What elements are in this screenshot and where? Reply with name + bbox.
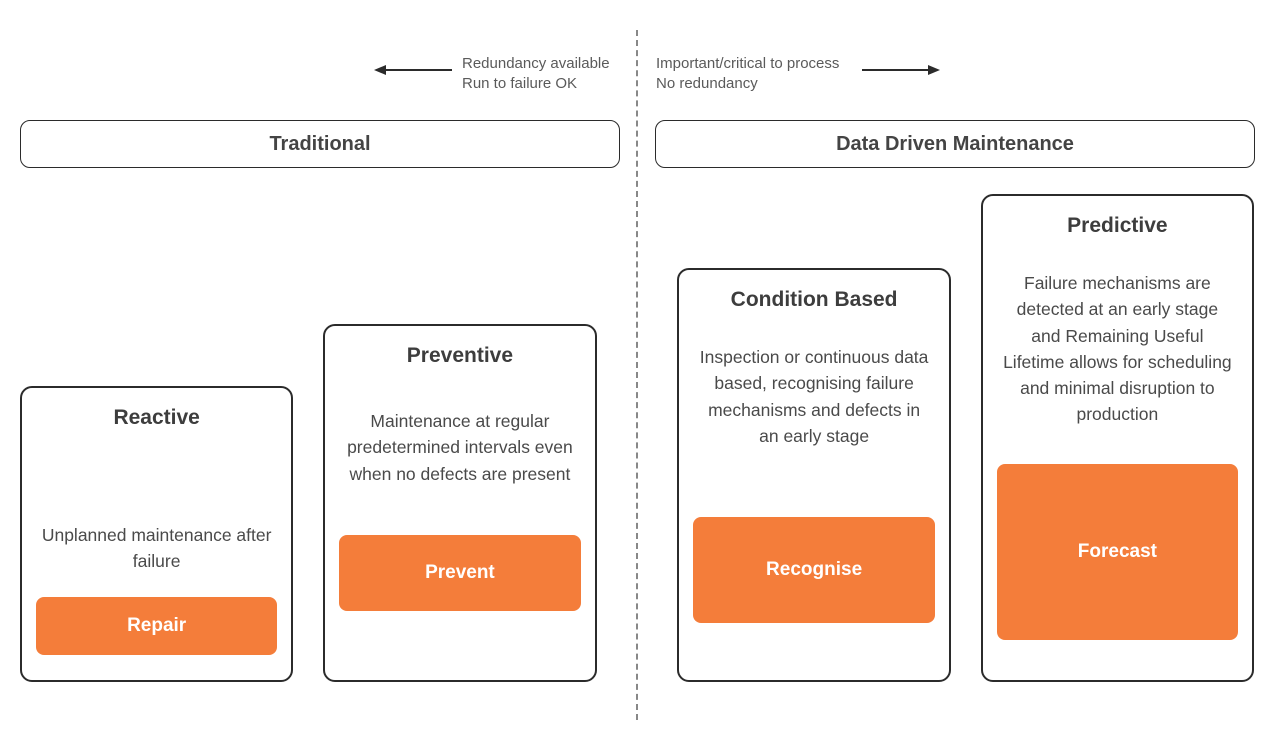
card-preventive: Preventive Maintenance at regular predet… bbox=[323, 324, 596, 682]
card-desc-preventive: Maintenance at regular predetermined int… bbox=[339, 408, 580, 487]
section-title-left: Traditional bbox=[269, 133, 370, 156]
card-predictive: Predictive Failure mechanisms are detect… bbox=[981, 194, 1254, 682]
card-title-preventive: Preventive bbox=[407, 344, 513, 368]
top-left-caption: Redundancy available Run to failure OK bbox=[462, 54, 610, 95]
card-condition-based: Condition Based Inspection or continuous… bbox=[677, 268, 950, 682]
section-header-traditional: Traditional bbox=[20, 120, 620, 168]
top-right-caption: Important/critical to process No redunda… bbox=[656, 54, 839, 95]
section-header-data-driven: Data Driven Maintenance bbox=[655, 120, 1255, 168]
card-desc-condition: Inspection or continuous data based, rec… bbox=[693, 344, 934, 449]
card-desc-reactive: Unplanned maintenance after failure bbox=[36, 522, 277, 575]
card-reactive: Reactive Unplanned maintenance after fai… bbox=[20, 386, 293, 682]
card-title-predictive: Predictive bbox=[1067, 214, 1167, 238]
arrow-right-icon bbox=[862, 62, 940, 72]
section-title-right: Data Driven Maintenance bbox=[836, 133, 1074, 156]
card-desc-predictive: Failure mechanisms are detected at an ea… bbox=[997, 270, 1238, 428]
top-right-line1: Important/critical to process bbox=[656, 54, 839, 74]
card-action-forecast: Forecast bbox=[997, 464, 1238, 640]
top-left-line1: Redundancy available bbox=[462, 54, 610, 74]
cards-row: Reactive Unplanned maintenance after fai… bbox=[20, 186, 1254, 682]
top-left-line2: Run to failure OK bbox=[462, 74, 610, 94]
arrow-left-icon bbox=[374, 62, 452, 72]
card-action-repair: Repair bbox=[36, 597, 277, 655]
card-title-reactive: Reactive bbox=[113, 406, 199, 430]
card-action-recognise: Recognise bbox=[693, 517, 934, 623]
top-right-line2: No redundancy bbox=[656, 74, 839, 94]
card-action-prevent: Prevent bbox=[339, 535, 580, 611]
card-title-condition: Condition Based bbox=[731, 288, 898, 312]
